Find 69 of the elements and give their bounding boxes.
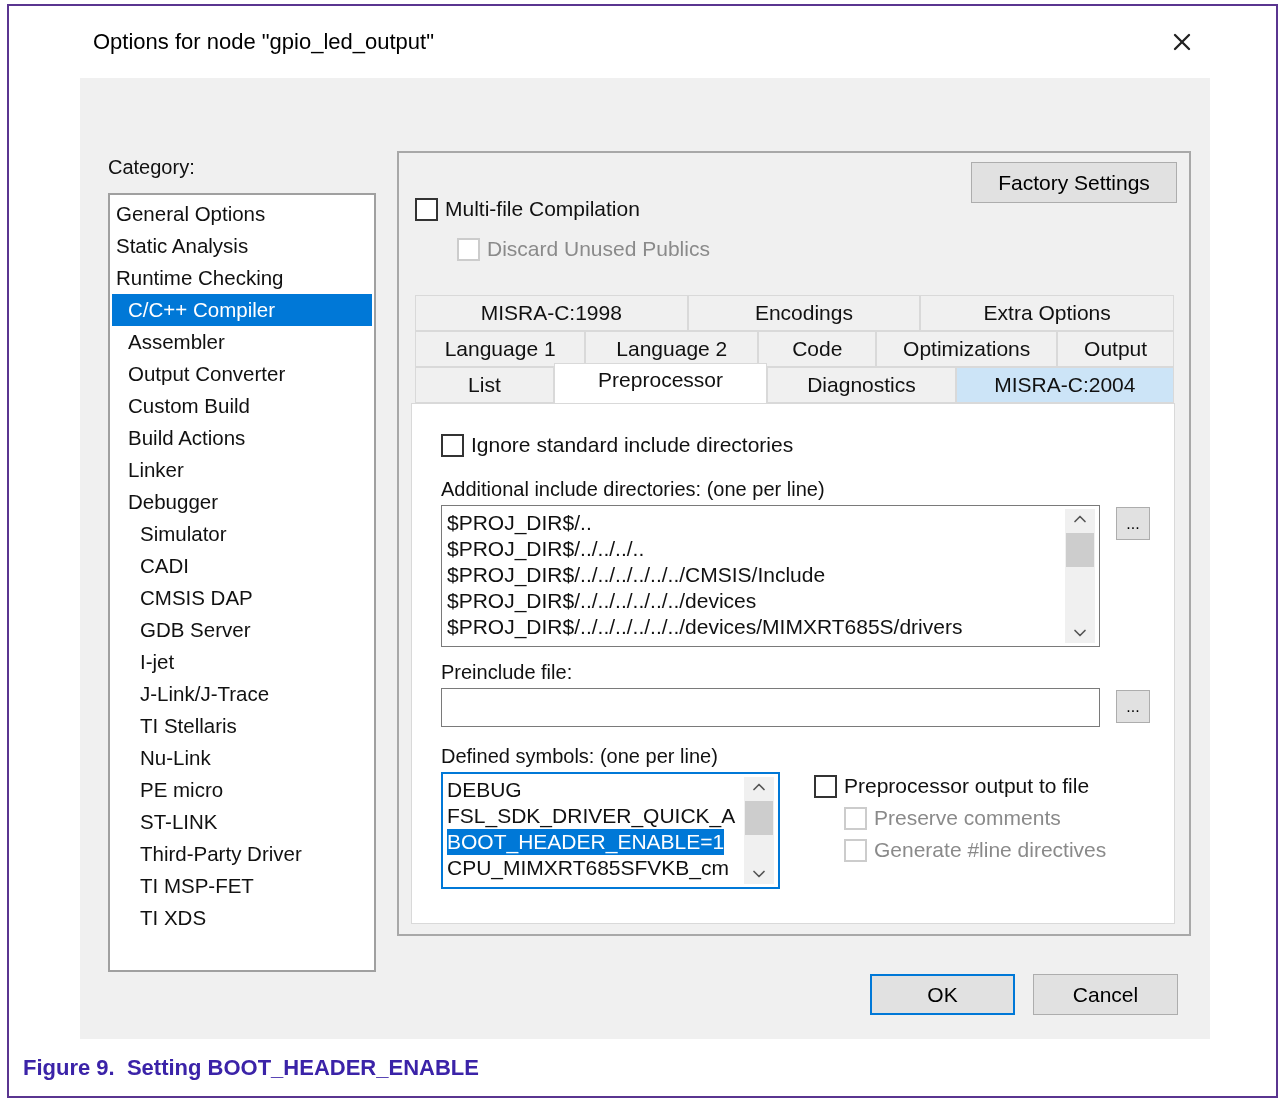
checkbox[interactable] [415, 197, 438, 221]
text-line: $PROJ_DIR$/../../../../../../devices/MIMXRT685S/drivers [447, 614, 964, 640]
text-line: $PROJ_DIR$/../../../../../../CMSIS/Include [447, 562, 827, 588]
category-item[interactable]: Third-Party Driver [112, 838, 372, 870]
checkbox[interactable] [814, 774, 837, 798]
category-item[interactable]: Linker [112, 454, 372, 486]
category-item[interactable]: Assembler [112, 326, 372, 358]
tab[interactable]: Output [1057, 331, 1174, 367]
checkbox-label: Discard Unused Publics [487, 237, 710, 261]
tab[interactable]: Extra Options [920, 295, 1174, 331]
tab[interactable]: MISRA-C:2004 [955, 367, 1174, 403]
include-directories-field[interactable]: $PROJ_DIR$/.. $PROJ_DIR$/../../../.. $PROJ_DIR$/../../../../../../CMSIS/Include $PROJ_DIR$/../../../../../../devices $PROJ_DIR$/../../../../../../devices/MIMXRT685S/drivers [441, 505, 1101, 647]
category-item[interactable]: TI Stellaris [112, 710, 372, 742]
category-item[interactable]: TI MSP-FET [112, 870, 372, 902]
field-label: Preinclude file: [441, 661, 574, 684]
defined-symbols-field[interactable]: DEBUG FSL_SDK_DRIVER_QUICK_A BOOT_HEADER_ENABLE=1 CPU_MIMXRT685SFVKB_cm [441, 772, 780, 889]
checkbox-label: Preprocessor output to file [844, 774, 1090, 798]
factory-settings-button[interactable]: Factory Settings [971, 162, 1177, 203]
tab[interactable]: Optimizations [876, 331, 1058, 367]
checkbox[interactable] [441, 433, 464, 457]
checkbox-label: Generate #line directives [874, 838, 1107, 862]
category-item[interactable]: J-Link/J-Trace [112, 678, 372, 710]
symbol-line: FSL_SDK_DRIVER_QUICK_A [447, 803, 736, 829]
category-item[interactable]: C/C++ Compiler [112, 294, 372, 326]
symbol-line: CPU_MIMXRT685SFVKB_cm [447, 855, 730, 881]
browse-button[interactable]: ... [1116, 507, 1150, 540]
dialog-button[interactable]: OK [870, 974, 1015, 1015]
category-item[interactable]: General Options [112, 198, 372, 230]
scroll-thumb[interactable] [745, 801, 773, 835]
scroll-thumb[interactable] [1066, 533, 1095, 567]
tab[interactable]: Code [758, 331, 877, 367]
tab[interactable]: Encodings [687, 295, 921, 331]
category-item[interactable]: Runtime Checking [112, 262, 372, 294]
tab[interactable]: Diagnostics [767, 367, 956, 403]
category-item[interactable]: Simulator [112, 518, 372, 550]
checkbox-label: Ignore standard include directories [471, 433, 794, 457]
category-item[interactable]: TI XDS [112, 902, 372, 934]
scrollbar[interactable] [744, 777, 774, 884]
category-item[interactable]: CMSIS DAP [112, 582, 372, 614]
checkbox-label: Multi-file Compilation [445, 197, 640, 221]
field-label: Additional include directories: (one per line) [441, 478, 826, 501]
checkbox-label: Preserve comments [874, 806, 1061, 830]
category-item[interactable]: Debugger [112, 486, 372, 518]
category-item[interactable]: CADI [112, 550, 372, 582]
preinclude-field[interactable] [441, 688, 1101, 727]
tab[interactable]: List [415, 367, 554, 403]
browse-button[interactable]: ... [1116, 690, 1150, 723]
category-item[interactable]: Build Actions [112, 422, 372, 454]
text-line: $PROJ_DIR$/.. [447, 510, 593, 536]
category-item[interactable]: ST-LINK [112, 806, 372, 838]
text-line: $PROJ_DIR$/../../../.. [447, 536, 646, 562]
window-title: Options for node "gpio_led_output" [93, 29, 434, 55]
tab[interactable]: Preprocessor [553, 363, 768, 403]
category-item[interactable]: Nu-Link [112, 742, 372, 774]
category-label: Category: [108, 156, 196, 179]
figure-caption: Figure 9. Setting BOOT_HEADER_ENABLE [23, 1055, 480, 1081]
category-item[interactable]: PE micro [112, 774, 372, 806]
tab[interactable]: MISRA-C:1998 [415, 295, 688, 331]
category-item[interactable]: Static Analysis [112, 230, 372, 262]
dialog-button[interactable]: Cancel [1033, 974, 1178, 1015]
field-label: Defined symbols: (one per line) [441, 745, 719, 768]
category-item[interactable]: Output Converter [112, 358, 372, 390]
symbol-line: DEBUG [447, 777, 522, 803]
category-item[interactable]: I-jet [112, 646, 372, 678]
scrollbar[interactable] [1065, 509, 1096, 643]
text-line: $PROJ_DIR$/../../../../../../devices [447, 588, 758, 614]
category-item[interactable]: GDB Server [112, 614, 372, 646]
category-item[interactable]: Custom Build [112, 390, 372, 422]
tab[interactable]: Language 1 [415, 331, 586, 367]
